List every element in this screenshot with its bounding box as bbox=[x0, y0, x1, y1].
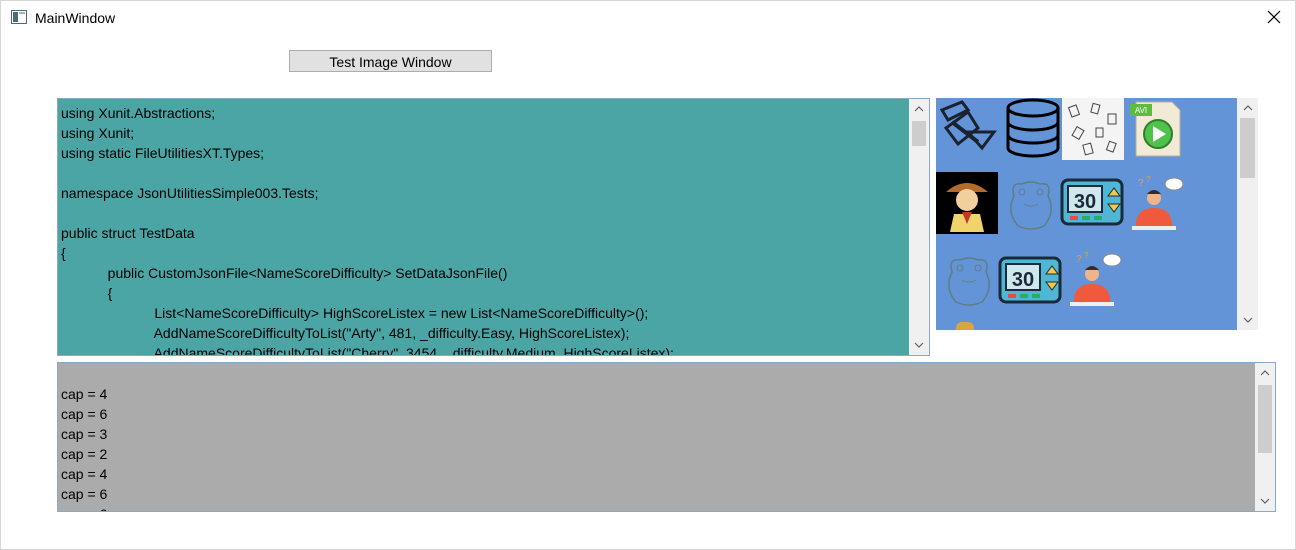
close-icon bbox=[1267, 10, 1281, 27]
timer-label: 30 bbox=[1074, 191, 1096, 213]
close-button[interactable] bbox=[1252, 0, 1296, 36]
database-icon[interactable] bbox=[1002, 98, 1064, 160]
window-title: MainWindow bbox=[35, 10, 116, 26]
timer-label: 30 bbox=[1012, 269, 1034, 291]
output-line: cap = 4 bbox=[61, 386, 108, 402]
cartoon-cowboy-icon[interactable] bbox=[936, 172, 998, 234]
thinking-person-icon[interactable]: ? ? bbox=[1124, 172, 1186, 234]
code-editor[interactable]: using Xunit.Abstractions; using Xunit; u… bbox=[57, 98, 930, 356]
svg-text:?: ? bbox=[1146, 175, 1151, 184]
svg-text:?: ? bbox=[1076, 254, 1082, 265]
output-log[interactable]: cap = 4 cap = 6 cap = 3 cap = 2 cap = 4 … bbox=[57, 362, 1276, 512]
svg-text:?: ? bbox=[1138, 178, 1144, 189]
frog-outline-icon[interactable] bbox=[938, 248, 1000, 310]
output-line: cap = 6 bbox=[61, 486, 108, 502]
scroll-down-arrow-icon[interactable] bbox=[909, 335, 929, 355]
code-line: { bbox=[61, 285, 113, 301]
scroll-thumb[interactable] bbox=[1258, 385, 1272, 453]
code-line: public struct TestData bbox=[61, 225, 195, 241]
partial-image-icon bbox=[956, 322, 974, 330]
frog-outline-icon[interactable] bbox=[1000, 172, 1062, 234]
app-window-icon bbox=[11, 10, 27, 24]
test-image-window-button[interactable]: Test Image Window bbox=[289, 50, 492, 72]
avi-video-file-icon[interactable]: AVI bbox=[1126, 98, 1188, 160]
code-line: namespace JsonUtilitiesSimple003.Tests; bbox=[61, 185, 319, 201]
image-gallery[interactable]: AVI 30 ? ? 30 ? ? bbox=[936, 98, 1258, 330]
scattered-documents-icon[interactable] bbox=[1062, 98, 1124, 160]
drafting-tools-icon[interactable] bbox=[938, 98, 1000, 160]
avi-label: AVI bbox=[1135, 106, 1147, 115]
scroll-up-arrow-icon[interactable] bbox=[909, 99, 929, 119]
output-line: cap = 2 bbox=[61, 446, 108, 462]
code-line: AddNameScoreDifficultyToList("Arty", 481… bbox=[61, 325, 630, 341]
code-line: List<NameScoreDifficulty> HighScoreListe… bbox=[61, 305, 649, 321]
output-log-scrollbar[interactable] bbox=[1255, 363, 1275, 511]
code-lines: using Xunit.Abstractions; using Xunit; u… bbox=[61, 103, 907, 356]
code-editor-scrollbar[interactable] bbox=[909, 99, 929, 355]
code-line: AddNameScoreDifficultyToList("Cherry", 3… bbox=[61, 345, 674, 356]
output-line: cap = 3 bbox=[61, 426, 108, 442]
output-line: cap = 4 bbox=[61, 466, 108, 482]
scroll-up-arrow-icon[interactable] bbox=[1237, 98, 1258, 118]
output-line: cap = 6 bbox=[61, 504, 107, 511]
code-line: using Xunit.Abstractions; bbox=[61, 105, 216, 121]
scroll-thumb[interactable] bbox=[1240, 118, 1255, 178]
code-line: public CustomJsonFile<NameScoreDifficult… bbox=[61, 265, 508, 281]
code-line: using Xunit; bbox=[61, 125, 135, 141]
timer-30-icon[interactable]: 30 bbox=[998, 256, 1062, 306]
svg-text:?: ? bbox=[1084, 251, 1089, 260]
thinking-person-icon[interactable]: ? ? bbox=[1062, 248, 1124, 310]
scroll-down-arrow-icon[interactable] bbox=[1255, 491, 1275, 511]
code-line: { bbox=[61, 245, 66, 261]
scroll-down-arrow-icon[interactable] bbox=[1237, 310, 1258, 330]
output-lines: cap = 4 cap = 6 cap = 3 cap = 2 cap = 4 … bbox=[61, 384, 108, 511]
scroll-up-arrow-icon[interactable] bbox=[1255, 363, 1275, 383]
output-line: cap = 6 bbox=[61, 406, 108, 422]
title-bar[interactable]: MainWindow bbox=[0, 0, 1296, 36]
scroll-thumb[interactable] bbox=[912, 121, 926, 146]
timer-30-icon[interactable]: 30 bbox=[1060, 178, 1124, 228]
image-gallery-scrollbar[interactable] bbox=[1237, 98, 1258, 330]
code-line: using static FileUtilitiesXT.Types; bbox=[61, 145, 265, 161]
